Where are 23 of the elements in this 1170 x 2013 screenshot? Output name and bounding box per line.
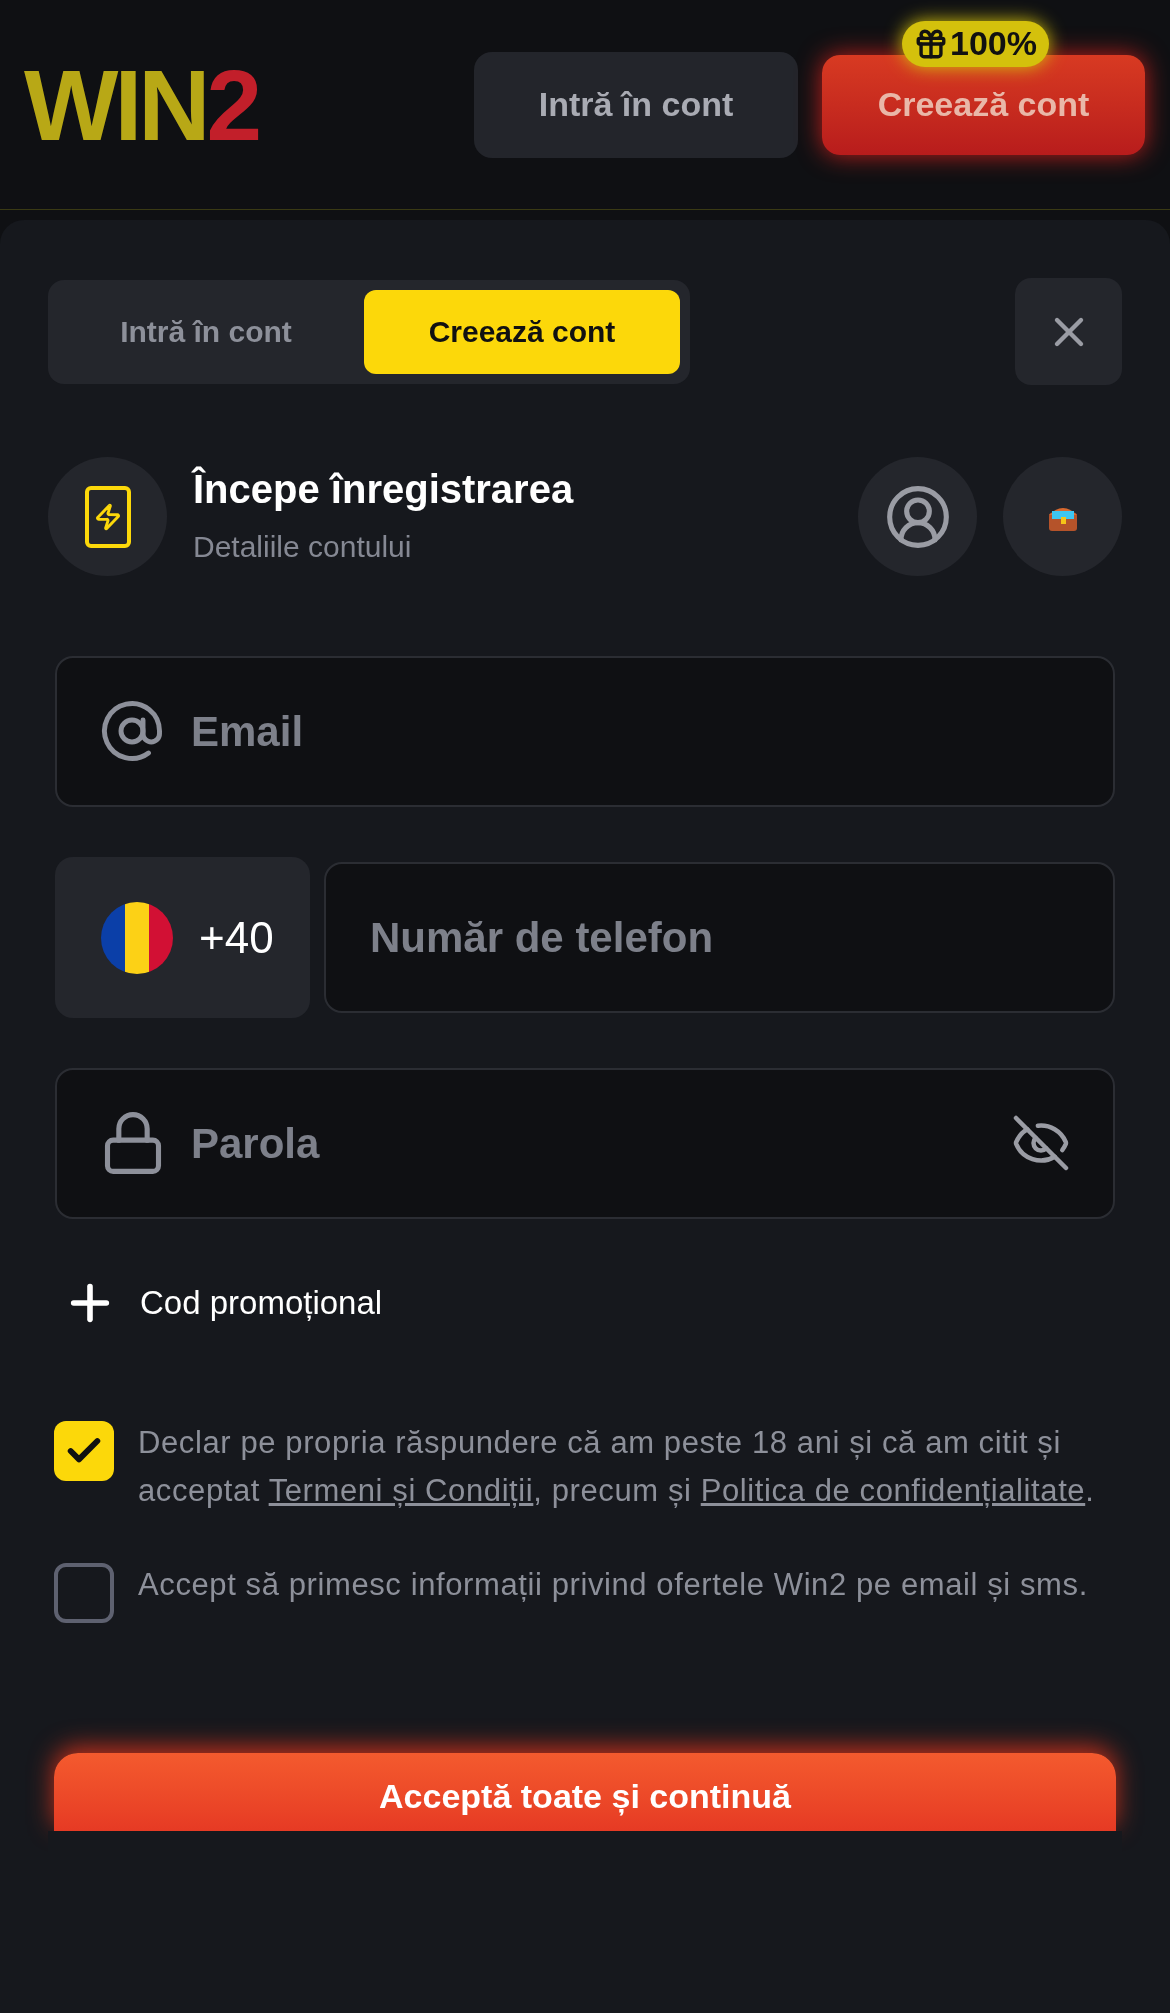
eye-off-icon[interactable] (1011, 1113, 1071, 1173)
login-button[interactable]: Intră în cont (474, 51, 798, 158)
consent-link[interactable]: Politica de confidențialitate (700, 1473, 1086, 1508)
auth-tab[interactable]: Intră în cont (58, 289, 354, 374)
step-title: Începe înregistrarea (193, 465, 575, 513)
consent-checkbox[interactable] (54, 1421, 114, 1481)
promo-code-toggle[interactable]: Cod promoțional (62, 1275, 383, 1331)
phone-field[interactable]: Număr de telefon (324, 862, 1115, 1013)
submit-button[interactable]: Acceptă toate și continuă (54, 1753, 1116, 1831)
bonus-badge: 100% (902, 20, 1049, 67)
consent-text: Declar pe propria răspundere că am peste 18 ani și că am citit și acceptat Termeni și Condiții, precum și Politica de confidențialitate. (138, 1424, 1096, 1510)
country-code-selector[interactable]: +40 (55, 857, 310, 1018)
consent-text: Accept să primesc informații privind ofertele Win2 pe email și sms. (138, 1566, 1088, 1604)
flag-icon (101, 901, 173, 974)
password-field[interactable]: Parola (55, 1068, 1115, 1219)
consent-checkbox[interactable] (54, 1563, 114, 1623)
at-sign-icon (99, 698, 165, 764)
close-button[interactable] (1015, 278, 1122, 385)
consent-link[interactable]: Termeni și Condiții (268, 1473, 534, 1508)
logo[interactable]: WIN2 (24, 54, 258, 155)
step-subtitle: Detaliile contului (193, 529, 413, 565)
email-field[interactable]: Email (55, 656, 1115, 807)
auth-tab[interactable]: Creează cont (364, 289, 680, 374)
